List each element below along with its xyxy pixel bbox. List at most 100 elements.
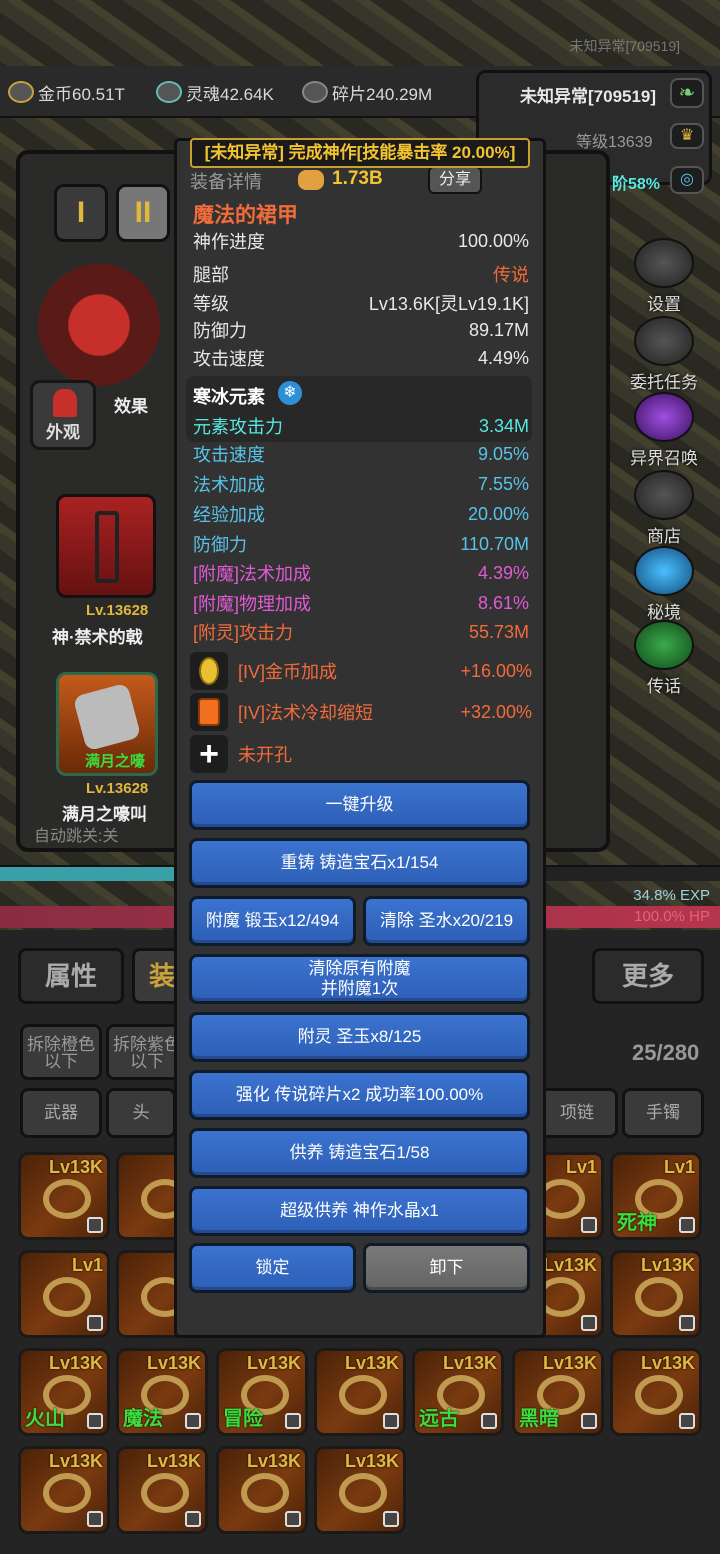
inventory-slot[interactable]: Lv1 bbox=[18, 1250, 110, 1338]
shop-button[interactable]: 商店 bbox=[612, 470, 716, 547]
inventory-slot[interactable]: Lv13K 魔法 bbox=[116, 1348, 208, 1436]
effect-label[interactable]: 效果 bbox=[114, 392, 148, 417]
lock-icon bbox=[581, 1315, 597, 1331]
inventory-slot[interactable]: Lv13K bbox=[216, 1446, 308, 1534]
arm-power-icon bbox=[298, 170, 324, 190]
nurture-button[interactable]: 供养 铸造宝石1/58 bbox=[189, 1128, 530, 1178]
plus-icon: + bbox=[190, 735, 228, 773]
tab-set-1[interactable]: I bbox=[54, 184, 108, 242]
lock-icon bbox=[185, 1413, 201, 1429]
element-title: 寒冰元素 bbox=[193, 387, 265, 407]
lock-button[interactable]: 锁定 bbox=[189, 1243, 356, 1293]
inventory-slot[interactable]: Lv13K bbox=[610, 1348, 702, 1436]
inventory-slot[interactable]: Lv13K bbox=[116, 1446, 208, 1534]
appearance-icon bbox=[53, 389, 77, 417]
clear-button[interactable]: 清除 圣水x20/219 bbox=[363, 896, 530, 946]
slot-name: 火山 bbox=[25, 1408, 65, 1430]
player-name: 未知异常[709519] bbox=[520, 87, 657, 106]
lock-icon bbox=[285, 1413, 301, 1429]
enchant-row: [附魔]物理加成 8.61% bbox=[193, 592, 529, 615]
inventory-slot[interactable]: Lv13K bbox=[314, 1446, 406, 1534]
fragment-icon bbox=[302, 81, 328, 103]
exp-text: 34.8% EXP bbox=[633, 887, 710, 904]
slot-level: Lv13K bbox=[542, 1353, 597, 1373]
enchant-button[interactable]: 附魔 锻玉x12/494 bbox=[189, 896, 356, 946]
settings-button[interactable]: 设置 bbox=[612, 238, 716, 315]
inventory-slot[interactable]: Lv13K 远古 bbox=[412, 1348, 504, 1436]
slot-level: Lv13K bbox=[246, 1451, 301, 1471]
lock-icon bbox=[383, 1511, 399, 1527]
lock-icon bbox=[679, 1217, 695, 1233]
unequip-button[interactable]: 卸下 bbox=[363, 1243, 530, 1293]
secret-realm-button[interactable]: 秘境 bbox=[612, 546, 716, 623]
weapon-slot[interactable] bbox=[56, 494, 156, 598]
tab-more[interactable]: 更多 bbox=[592, 948, 704, 1004]
category-weapon[interactable]: 武器 bbox=[20, 1088, 102, 1138]
inventory-slot[interactable]: Lv13K 冒险 bbox=[216, 1348, 308, 1436]
lock-icon bbox=[679, 1413, 695, 1429]
super-nurture-button[interactable]: 超级供养 神作水晶x1 bbox=[189, 1186, 530, 1236]
player-level: 等级13639 bbox=[576, 134, 653, 151]
accessory-slot[interactable]: 满月之嚎 bbox=[56, 672, 158, 776]
power-value: 1.73B bbox=[332, 168, 383, 189]
spirit-button[interactable]: 附灵 圣玉x8/125 bbox=[189, 1012, 530, 1062]
auto-skip-label[interactable]: 自动跳关:关 bbox=[34, 822, 118, 846]
tab-attributes[interactable]: 属性 bbox=[18, 948, 124, 1004]
strengthen-button[interactable]: 强化 传说碎片x2 成功率100.00% bbox=[189, 1070, 530, 1120]
horn-item-icon bbox=[72, 682, 142, 752]
leaf-icon[interactable]: ❧ bbox=[670, 78, 704, 108]
gold-gem-icon bbox=[190, 652, 228, 690]
category-head[interactable]: 头 bbox=[106, 1088, 176, 1138]
socket-row[interactable]: + 未开孔 bbox=[190, 734, 532, 774]
inventory-slot[interactable]: Lv1 死神 bbox=[610, 1152, 702, 1240]
item-icon bbox=[141, 1473, 189, 1513]
item-icon bbox=[635, 1375, 683, 1415]
gem-row: [IV]金币加成 +16.00% bbox=[190, 651, 532, 691]
swirl-icon[interactable]: ◎ bbox=[670, 166, 704, 194]
dismantle-orange-button[interactable]: 拆除橙色 以下 bbox=[20, 1024, 102, 1080]
share-button[interactable]: 分享 bbox=[428, 166, 482, 194]
slot-level: Lv13K bbox=[640, 1353, 695, 1373]
slot-level: Lv13K bbox=[344, 1353, 399, 1373]
message-button[interactable]: 传话 bbox=[612, 620, 716, 697]
inventory-slot[interactable]: Lv13K bbox=[314, 1348, 406, 1436]
speed-row: 攻击速度 4.49% bbox=[193, 347, 529, 370]
crown-icon[interactable]: ♛ bbox=[670, 123, 704, 149]
upgrade-button[interactable]: 一键升级 bbox=[189, 780, 530, 830]
tab-set-2[interactable]: II bbox=[116, 184, 170, 242]
item-icon bbox=[339, 1473, 387, 1513]
category-necklace[interactable]: 项链 bbox=[536, 1088, 618, 1138]
slot-level: Lv13K bbox=[146, 1353, 201, 1373]
slot-level: Lv13K bbox=[48, 1353, 103, 1373]
inventory-slot[interactable]: Lv13K bbox=[610, 1250, 702, 1338]
ice-icon: ❄ bbox=[278, 381, 302, 405]
inventory-slot[interactable]: Lv13K bbox=[18, 1152, 110, 1240]
category-bracelet[interactable]: 手镯 bbox=[622, 1088, 704, 1138]
notice-banner: [未知异常] 完成神作[技能暴击率 20.00%] bbox=[190, 138, 530, 168]
slot-row: 腿部 传说 bbox=[193, 265, 529, 285]
horn-icon bbox=[634, 620, 694, 670]
slot-name: 冒险 bbox=[223, 1408, 263, 1430]
lock-icon bbox=[87, 1511, 103, 1527]
appearance-button[interactable]: 外观 bbox=[30, 380, 96, 450]
slot-level: Lv13K bbox=[640, 1255, 695, 1275]
quest-button[interactable]: 委托任务 bbox=[612, 316, 716, 393]
item-name: 魔法的裙甲 bbox=[193, 204, 298, 227]
watermark-text: 未知异常[709519] bbox=[569, 38, 681, 54]
accessory-level: Lv.13628 bbox=[86, 780, 149, 797]
clear-enchant-button[interactable]: 清除原有附魔 并附魔1次 bbox=[189, 954, 530, 1004]
lock-icon bbox=[87, 1315, 103, 1331]
element-attack-row: 元素攻击力 3.34M bbox=[193, 415, 529, 438]
inventory-slot[interactable]: Lv13K 火山 bbox=[18, 1348, 110, 1436]
inventory-slot[interactable]: Lv13K 黑暗 bbox=[512, 1348, 604, 1436]
inventory-slot[interactable]: Lv13K bbox=[18, 1446, 110, 1534]
lock-icon bbox=[581, 1413, 597, 1429]
lock-icon bbox=[581, 1217, 597, 1233]
slot-level: Lv1 bbox=[663, 1157, 695, 1177]
lock-icon bbox=[185, 1511, 201, 1527]
item-icon bbox=[635, 1277, 683, 1317]
summon-button[interactable]: 异界召唤 bbox=[612, 392, 716, 469]
level-row: 等级 Lv13.6K[灵Lv19.1K] bbox=[193, 294, 529, 314]
reforge-button[interactable]: 重铸 铸造宝石x1/154 bbox=[189, 838, 530, 888]
stat-row: 防御力 110.70M bbox=[193, 533, 529, 556]
